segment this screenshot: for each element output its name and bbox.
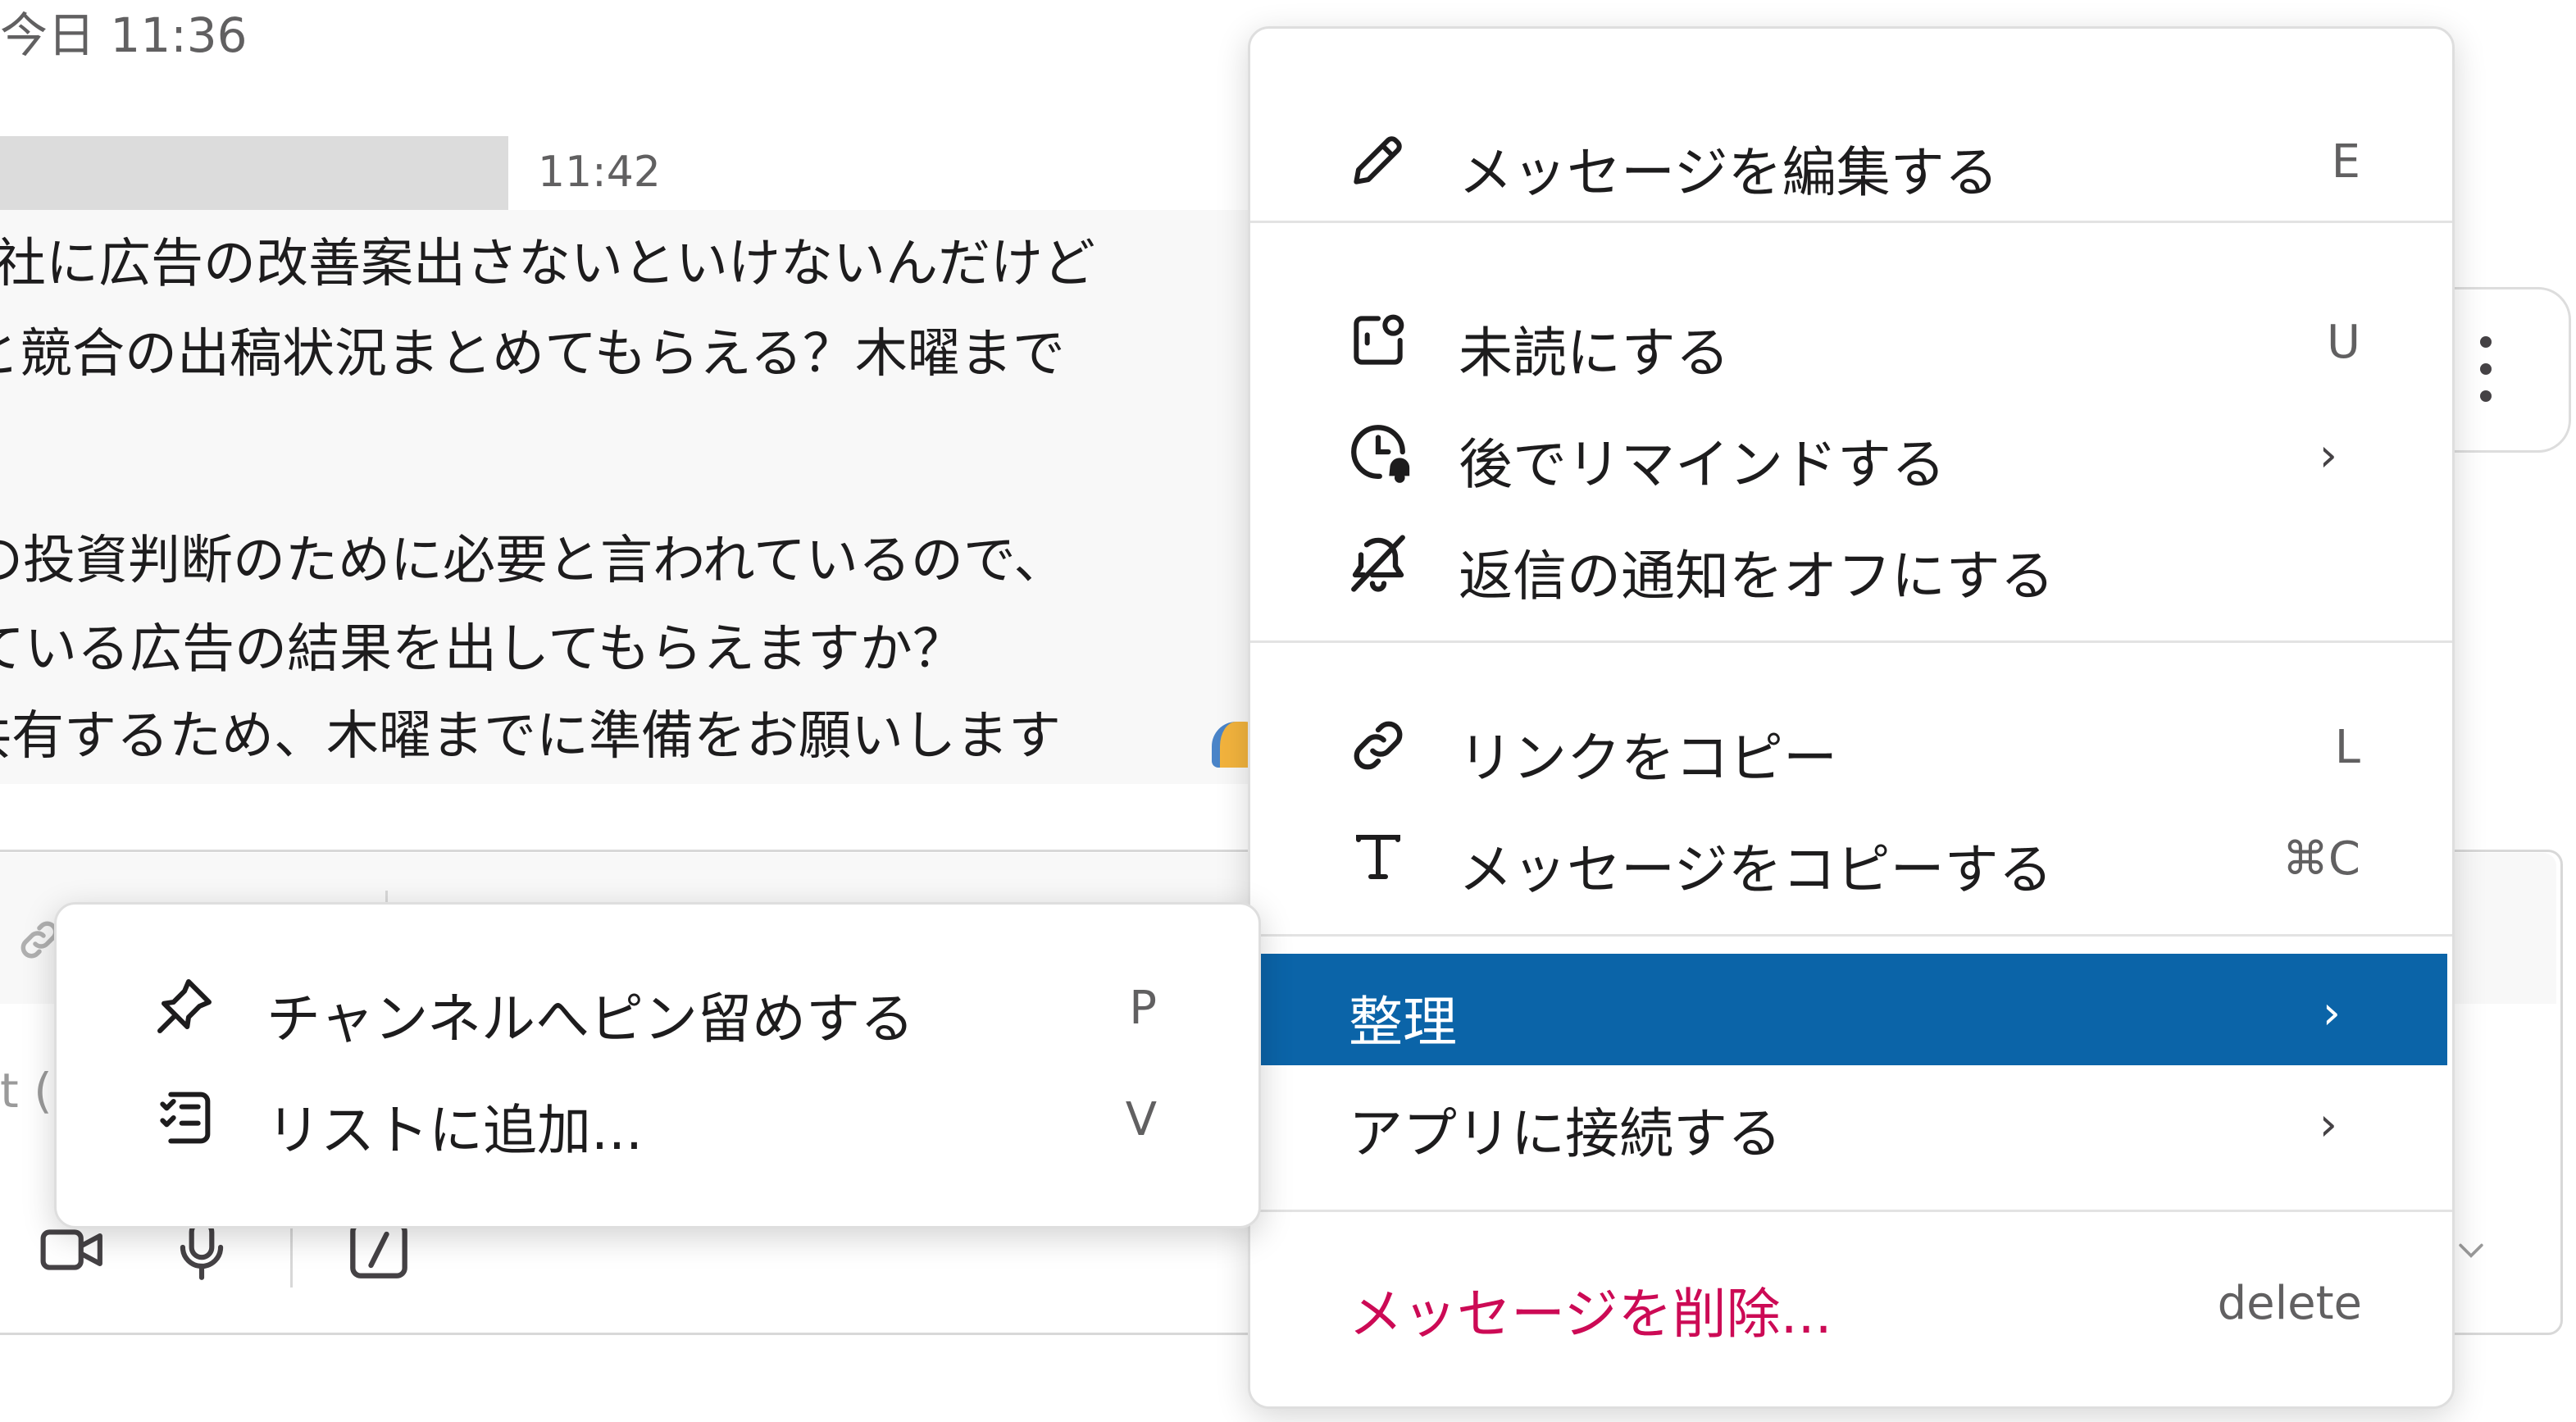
link-icon <box>1340 708 1416 783</box>
bell-off-icon <box>1340 526 1416 601</box>
pin-icon <box>147 969 222 1044</box>
menu-item-label: リストに追加... <box>266 1099 643 1162</box>
menu-item-mute-replies[interactable]: 返信の通知をオフにする <box>1250 508 2452 619</box>
menu-item-organize[interactable]: 整理 › <box>1258 954 2447 1065</box>
chevron-right-icon: › <box>2322 987 2341 1040</box>
toolbar-divider <box>290 1219 293 1288</box>
menu-item-label: 後でリマインドする <box>1459 433 1946 496</box>
text-icon <box>1340 819 1416 895</box>
shortcut-hint: ⌘C <box>2282 832 2360 886</box>
shortcut-hint: L <box>2334 721 2360 774</box>
menu-item-edit-message[interactable]: メッセージを編集する E <box>1250 104 2452 216</box>
organize-submenu: チャンネルへピン留めする P リストに追加... V <box>54 902 1261 1228</box>
menu-divider <box>1250 640 2452 643</box>
shortcut-hint: P <box>1129 982 1157 1035</box>
date-label: 今日 11:36 <box>0 7 248 63</box>
pencil-icon <box>1340 122 1416 198</box>
chevron-right-icon: › <box>2319 1098 2337 1151</box>
menu-item-label: 未読にする <box>1459 321 1730 385</box>
menu-item-label: メッセージをコピーする <box>1459 838 2053 901</box>
shortcut-hint: delete <box>2217 1277 2362 1330</box>
menu-item-delete-message[interactable]: メッセージを削除... delete <box>1250 1246 2452 1357</box>
message-line: と競合の出稿状況まとめてもらえる？木曜まで <box>0 324 1065 385</box>
menu-divider <box>1250 221 2452 223</box>
composer-placeholder: t ( <box>0 1063 52 1119</box>
menu-item-copy-message[interactable]: メッセージをコピーする ⌘C <box>1250 801 2452 913</box>
message-line: の投資判断のために必要と言われているので、 <box>0 531 1067 591</box>
mark-unread-icon <box>1340 303 1416 378</box>
sender-name-redacted <box>0 136 508 212</box>
message-context-menu: メッセージを編集する E 未読にする U 後でリマインドする › 返信の通知をオ… <box>1248 26 2455 1409</box>
send-options-chevron-icon[interactable] <box>2448 1227 2494 1273</box>
menu-item-label: メッセージを編集する <box>1459 141 1999 204</box>
submenu-item-add-to-list[interactable]: リストに追加... V <box>57 1062 1258 1174</box>
shortcut-hint: E <box>2331 135 2360 189</box>
shortcut-hint: U <box>2327 316 2360 369</box>
menu-item-label: アプリに接続する <box>1349 1102 1782 1165</box>
more-actions-icon[interactable] <box>2469 336 2502 402</box>
menu-divider <box>1250 934 2452 937</box>
menu-item-label: メッセージを削除... <box>1349 1283 1832 1346</box>
submenu-item-pin-to-channel[interactable]: チャンネルへピン留めする P <box>57 950 1258 1062</box>
shortcut-hint: V <box>1125 1093 1157 1146</box>
menu-item-label: 返信の通知をオフにする <box>1459 545 2055 608</box>
menu-item-remind-later[interactable]: 後でリマインドする › <box>1250 396 2452 508</box>
menu-divider <box>1250 1210 2452 1212</box>
message-line: 共有するため、木曜までに準備をお願いします <box>0 706 1061 767</box>
message-line: ている広告の結果を出してもらえますか？ <box>0 619 965 680</box>
message-timestamp[interactable]: 11:42 <box>538 148 661 197</box>
message-line: 社に広告の改善案出さないといけないんだけど <box>0 234 1095 294</box>
menu-item-copy-link[interactable]: リンクをコピー L <box>1250 690 2452 801</box>
chevron-right-icon: › <box>2319 429 2337 482</box>
list-add-icon <box>147 1080 222 1155</box>
menu-item-label: 整理 <box>1349 991 1457 1054</box>
menu-item-label: リンクをコピー <box>1459 727 1837 790</box>
menu-item-mark-unread[interactable]: 未読にする U <box>1250 285 2452 396</box>
menu-item-connect-apps[interactable]: アプリに接続する › <box>1250 1065 2452 1177</box>
clock-icon <box>1340 414 1416 490</box>
menu-item-label: チャンネルへピン留めする <box>266 987 915 1051</box>
